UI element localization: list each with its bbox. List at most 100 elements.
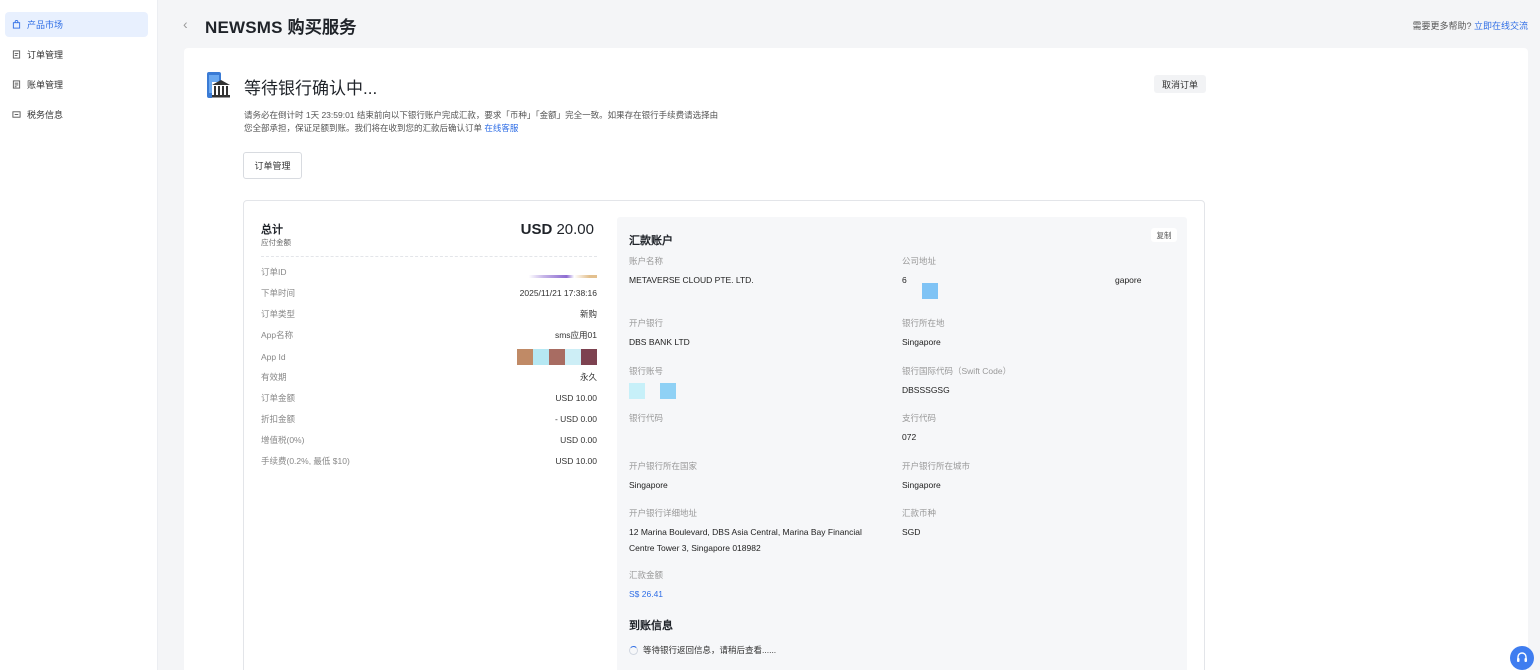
address-end: gapore bbox=[1115, 275, 1142, 285]
field-branch-code: 支行代码 072 bbox=[902, 413, 1162, 444]
row-value: 永久 bbox=[579, 372, 597, 382]
address-start: 6 bbox=[902, 275, 907, 285]
bank-phone-icon bbox=[206, 72, 232, 102]
row-order-amount: 订单金额 USD 10.00 bbox=[261, 391, 597, 405]
row-vat: 增值税(0%) USD 0.00 bbox=[261, 433, 597, 447]
arrival-message: 等待银行返回信息，请稍后查看...... bbox=[629, 644, 776, 656]
tax-icon bbox=[11, 110, 21, 120]
field-bank-location: 银行所在地 Singapore bbox=[902, 318, 1162, 349]
row-value: - USD 0.00 bbox=[554, 414, 597, 424]
customer-service-link[interactable]: 在线客服 bbox=[484, 123, 518, 133]
field-currency: 汇款币种 SGD bbox=[902, 508, 1162, 539]
sidebar-item-label: 订单管理 bbox=[27, 50, 64, 60]
row-value: USD 10.00 bbox=[555, 456, 597, 466]
field-value: Singapore bbox=[902, 480, 941, 490]
row-value: 新购 bbox=[579, 309, 597, 319]
field-label: 汇款金额 bbox=[629, 570, 664, 580]
summary-title: 总计 bbox=[261, 224, 283, 236]
row-order-id: 订单ID bbox=[261, 265, 597, 279]
total-amount: USD 20.00 bbox=[521, 221, 594, 238]
row-label: 订单ID bbox=[261, 267, 287, 277]
address-line-1: 12 Marina Boulevard, DBS Asia Central, M… bbox=[629, 527, 862, 537]
arrival-title: 到账信息 bbox=[629, 620, 673, 632]
bag-icon bbox=[11, 20, 21, 30]
field-label: 汇款币种 bbox=[902, 508, 937, 518]
field-account-number: 银行账号 bbox=[629, 366, 889, 399]
field-bank-city: 开户银行所在城市 Singapore bbox=[902, 461, 1162, 492]
loading-spinner-icon bbox=[629, 645, 638, 655]
row-label: 折扣金额 bbox=[261, 414, 296, 424]
field-label: 银行国际代码（Swift Code） bbox=[902, 366, 1012, 376]
remittance-title: 汇款账户 bbox=[629, 235, 673, 247]
row-discount: 折扣金额 - USD 0.00 bbox=[261, 412, 597, 426]
payment-notice: 请务必在倒计时 1天 23:59:01 结束前向以下银行账户完成汇款，要求「币种… bbox=[244, 109, 804, 135]
online-chat-link[interactable]: 立即在线交流 bbox=[1474, 21, 1528, 31]
field-bank-address: 开户银行详细地址 12 Marina Boulevard, DBS Asia C… bbox=[629, 508, 899, 555]
field-bank: 开户银行 DBS BANK LTD bbox=[629, 318, 889, 349]
field-label: 支行代码 bbox=[902, 413, 937, 423]
field-company-address: 公司地址 6 gapore bbox=[902, 256, 1172, 299]
sidebar-item-label: 产品市场 bbox=[27, 20, 64, 30]
row-label: App Id bbox=[261, 352, 286, 362]
row-value: sms应用01 bbox=[554, 330, 597, 340]
row-app-name: App名称 sms应用01 bbox=[261, 328, 597, 342]
notice-text: 您全部承担，保证足额到账。我们将在收到您的汇款后确认订单 bbox=[244, 123, 483, 133]
field-value: 12 Marina Boulevard, DBS Asia Central, M… bbox=[629, 525, 899, 555]
row-value: USD 0.00 bbox=[560, 435, 597, 445]
page-title: NEWSMS 购买服务 bbox=[205, 18, 357, 37]
field-remit-amount: 汇款金额 S$ 26.41 bbox=[629, 570, 889, 601]
field-value: 6 gapore bbox=[902, 273, 1172, 287]
field-bank-code: 银行代码 bbox=[629, 413, 889, 430]
order-id-redacted bbox=[521, 265, 597, 280]
row-label: 订单类型 bbox=[261, 309, 296, 319]
back-chevron-icon[interactable]: ‹ bbox=[183, 16, 197, 32]
field-account-name: 账户名称 METAVERSE CLOUD PTE. LTD. bbox=[629, 256, 889, 287]
field-value: S$ 26.41 bbox=[629, 589, 664, 599]
address-line-2: Centre Tower 3, Singapore 018982 bbox=[629, 543, 761, 553]
sidebar-item-product-market[interactable]: 产品市场 bbox=[5, 12, 148, 37]
summary-subtitle: 应付金额 bbox=[261, 238, 291, 247]
row-validity: 有效期 永久 bbox=[261, 370, 597, 384]
notice-line-2: 您全部承担，保证足额到账。我们将在收到您的汇款后确认订单 在线客服 bbox=[244, 122, 804, 135]
row-value: 2025/11/21 17:38:16 bbox=[519, 288, 597, 298]
summary-divider bbox=[261, 256, 597, 257]
row-label: 订单金额 bbox=[261, 393, 296, 403]
field-label: 公司地址 bbox=[902, 256, 937, 266]
row-label: 有效期 bbox=[261, 372, 287, 382]
field-label: 账户名称 bbox=[629, 256, 664, 266]
field-label: 银行代码 bbox=[629, 413, 664, 423]
row-order-time: 下单时间 2025/11/21 17:38:16 bbox=[261, 286, 597, 300]
sidebar-item-order-management[interactable]: 订单管理 bbox=[5, 42, 148, 67]
remittance-panel: 汇款账户 复制 账户名称 METAVERSE CLOUD PTE. LTD. 公… bbox=[617, 217, 1187, 670]
help-text: 需要更多帮助? bbox=[1412, 21, 1472, 31]
sidebar-item-tax-info[interactable]: 税务信息 bbox=[5, 102, 148, 127]
field-bank-country: 开户银行所在国家 Singapore bbox=[629, 461, 889, 492]
row-fee: 手续费(0.2%, 最低 $10) USD 10.00 bbox=[261, 454, 597, 468]
order-management-button[interactable]: 订单管理 bbox=[243, 152, 302, 179]
field-value: DBS BANK LTD bbox=[629, 337, 690, 347]
sidebar: 产品市场 订单管理 账单管理 税务信息 bbox=[0, 0, 158, 670]
total-value: 20.00 bbox=[556, 221, 594, 238]
row-order-type: 订单类型 新购 bbox=[261, 307, 597, 321]
customer-support-icon[interactable] bbox=[1510, 646, 1534, 670]
order-icon bbox=[11, 50, 21, 60]
notice-line-1: 请务必在倒计时 1天 23:59:01 结束前向以下银行账户完成汇款，要求「币种… bbox=[244, 110, 719, 120]
field-value: METAVERSE CLOUD PTE. LTD. bbox=[629, 275, 754, 285]
sidebar-item-label: 账单管理 bbox=[27, 80, 64, 90]
field-label: 开户银行详细地址 bbox=[629, 508, 698, 518]
copy-button[interactable]: 复制 bbox=[1151, 228, 1177, 242]
sidebar-item-bill-management[interactable]: 账单管理 bbox=[5, 72, 148, 97]
address-redacted bbox=[922, 283, 938, 299]
sidebar-item-label: 税务信息 bbox=[27, 110, 64, 120]
field-label: 银行账号 bbox=[629, 366, 664, 376]
page-header: ‹ NEWSMS 购买服务 需要更多帮助? 立即在线交流 bbox=[158, 0, 1540, 48]
field-value: Singapore bbox=[902, 337, 941, 347]
row-label: App名称 bbox=[261, 330, 294, 340]
cancel-order-button[interactable]: 取消订单 bbox=[1154, 75, 1206, 93]
row-label: 下单时间 bbox=[261, 288, 296, 298]
app-id-redacted bbox=[517, 349, 597, 365]
row-app-id: App Id bbox=[261, 349, 597, 365]
field-label: 开户银行所在国家 bbox=[629, 461, 698, 471]
main-content: 等待银行确认中... 取消订单 请务必在倒计时 1天 23:59:01 结束前向… bbox=[184, 48, 1528, 670]
field-label: 银行所在地 bbox=[902, 318, 945, 328]
